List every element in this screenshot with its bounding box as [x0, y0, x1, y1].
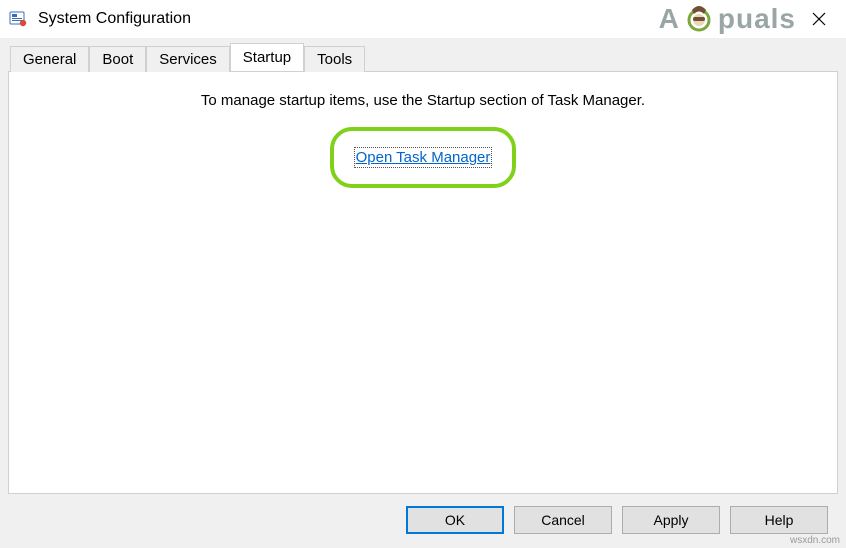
tab-boot[interactable]: Boot — [89, 46, 146, 72]
tab-startup[interactable]: Startup — [230, 43, 304, 71]
tab-tools[interactable]: Tools — [304, 46, 365, 72]
dialog-button-row: OK Cancel Apply Help — [8, 494, 838, 548]
startup-hint-text: To manage startup items, use the Startup… — [21, 92, 825, 109]
annotation-highlight: Open Task Manager — [330, 127, 517, 188]
system-configuration-window: System Configuration General Boot Servic… — [0, 0, 846, 548]
ok-button[interactable]: OK — [406, 506, 504, 534]
startup-tab-panel: To manage startup items, use the Startup… — [8, 71, 838, 494]
tab-strip: General Boot Services Startup Tools — [8, 44, 838, 71]
help-button[interactable]: Help — [730, 506, 828, 534]
close-button[interactable] — [804, 6, 834, 32]
tab-services[interactable]: Services — [146, 46, 230, 72]
tab-general[interactable]: General — [10, 46, 89, 72]
cancel-button[interactable]: Cancel — [514, 506, 612, 534]
apply-button[interactable]: Apply — [622, 506, 720, 534]
app-icon — [8, 9, 28, 29]
titlebar: System Configuration — [0, 0, 846, 38]
open-task-manager-link[interactable]: Open Task Manager — [356, 149, 491, 166]
source-footer: wsxdn.com — [790, 535, 840, 546]
dialog-body: General Boot Services Startup Tools To m… — [0, 38, 846, 548]
window-title: System Configuration — [38, 10, 191, 28]
